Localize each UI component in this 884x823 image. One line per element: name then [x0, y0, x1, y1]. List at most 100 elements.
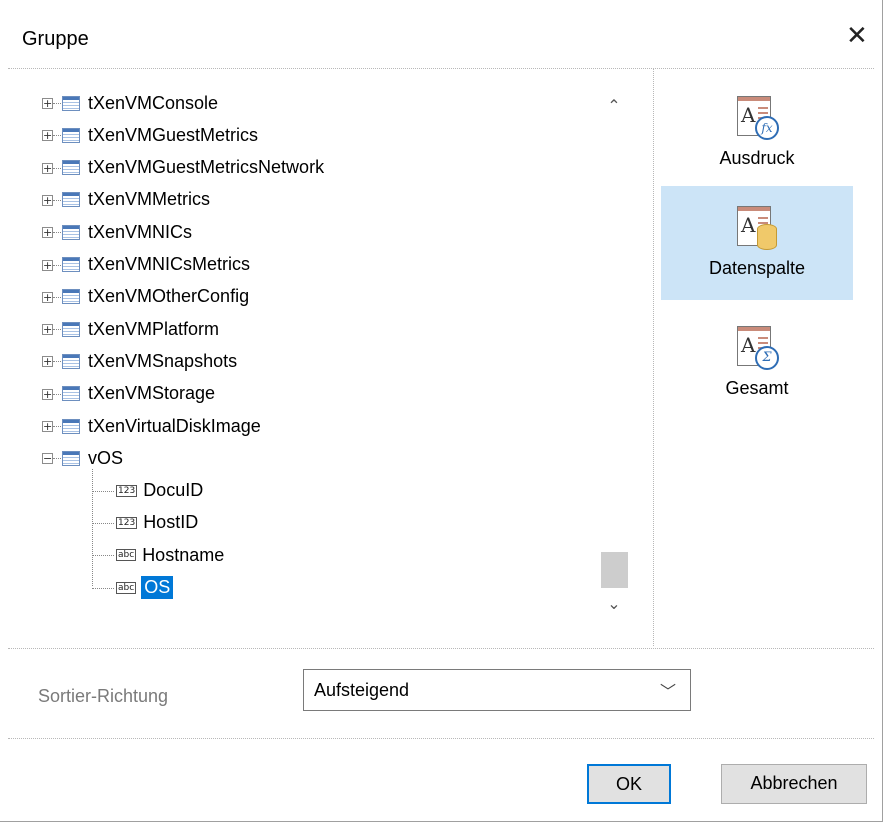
total-badge: Σ [755, 346, 779, 370]
scroll-thumb[interactable] [601, 552, 628, 588]
tree-item-label: tXenVMNICs [88, 221, 193, 242]
tree-table-item[interactable]: tXenVirtualDiskImage [62, 411, 261, 441]
collapse-icon[interactable]: − [42, 453, 53, 465]
tree-connector [92, 490, 114, 492]
expand-icon[interactable]: + [42, 98, 53, 109]
text-field-icon: abc [116, 549, 137, 562]
table-icon [62, 418, 80, 434]
dialog-title: Gruppe [22, 28, 89, 50]
tree-item-label: tXenVMStorage [88, 383, 216, 404]
tool-label: Gesamt [725, 378, 789, 398]
sort-direction-select[interactable]: Aufsteigend ﹀ [303, 669, 691, 711]
table-icon [62, 224, 80, 240]
tree-connector [53, 264, 61, 266]
tree-item-label: tXenVMConsole [88, 92, 219, 113]
tree-connector [53, 167, 61, 169]
numeric-field-icon: 123 [116, 516, 138, 529]
tree-connector [53, 296, 61, 298]
expand-icon[interactable]: + [42, 388, 53, 400]
tree-item-label: tXenVMPlatform [88, 318, 220, 339]
sort-direction-label: Sortier-Richtung [38, 686, 169, 706]
expand-icon[interactable]: + [42, 324, 53, 336]
data-column-icon: A [737, 206, 777, 252]
table-icon [62, 353, 80, 369]
tool-ausdruck[interactable]: Afx Ausdruck [661, 92, 853, 186]
tree-field-item[interactable]: abc Hostname [116, 540, 224, 570]
chevron-down-icon: ﹀ [659, 682, 676, 701]
tree-table-item[interactable]: tXenVMMetrics [62, 185, 210, 215]
tree-connector [53, 458, 61, 460]
database-icon [757, 224, 777, 250]
expand-icon[interactable]: + [42, 291, 53, 303]
tree-table-item[interactable]: tXenVMNICs [62, 217, 192, 247]
expression-badge: fx [755, 116, 779, 140]
tree-item-label: tXenVMGuestMetricsNetwork [88, 157, 325, 178]
tree-table-item[interactable]: tXenVMOtherConfig [62, 282, 249, 312]
tool-label: Ausdruck [719, 148, 795, 168]
table-icon [62, 450, 80, 466]
tree-item-label: tXenVMOtherConfig [88, 286, 250, 307]
tree-item-label: DocuID [143, 480, 204, 501]
tree-item-label: tXenVMSnapshots [88, 350, 238, 371]
tree-item-label: tXenVMGuestMetrics [88, 124, 259, 145]
tree-item-label: vOS [88, 447, 124, 468]
text-field-icon: abc [116, 581, 137, 594]
tree-connector [53, 103, 61, 104]
table-icon [62, 192, 80, 208]
expand-icon[interactable]: + [42, 194, 53, 206]
table-icon [62, 386, 80, 402]
sort-direction-value: Aufsteigend [314, 680, 410, 700]
table-icon [62, 160, 80, 176]
table-icon [62, 127, 80, 143]
expand-icon[interactable]: + [42, 259, 53, 271]
total-icon: AΣ [737, 326, 779, 372]
table-icon [62, 257, 80, 272]
tree-field-item[interactable]: abc OS [116, 573, 174, 603]
close-icon[interactable]: ✕ [846, 22, 868, 48]
tree-table-item[interactable]: tXenVMGuestMetrics [62, 120, 258, 150]
numeric-field-icon: 123 [116, 484, 138, 497]
tree-connector [53, 329, 61, 331]
expand-icon[interactable]: + [42, 227, 53, 239]
group-dialog: Gruppe ✕ + tXenVMConsole + tXenVMGuestMetri… [0, 0, 883, 822]
tool-datenspalte[interactable]: A Datenspalte [661, 186, 853, 300]
table-icon [62, 321, 80, 337]
expand-icon[interactable]: + [42, 130, 53, 142]
tree-connector [53, 393, 61, 395]
tree-connector [53, 135, 61, 137]
tree-connector [92, 587, 114, 589]
tree-field-item[interactable]: 123 DocuID [116, 476, 203, 506]
tree-item-label: tXenVMMetrics [88, 189, 211, 210]
tool-label: Datenspalte [708, 258, 806, 278]
tree-item-label: HostID [143, 512, 199, 533]
middle-divider [8, 648, 874, 649]
vertical-divider [653, 68, 654, 646]
tree-connector [53, 426, 61, 427]
scroll-down-button[interactable]: ⌄ [598, 590, 630, 620]
ok-button[interactable]: OK [587, 764, 671, 804]
expand-icon[interactable]: + [42, 421, 53, 432]
tree-table-item[interactable]: tXenVMGuestMetricsNetwork [62, 153, 324, 183]
scroll-up-button[interactable]: ⌃ [598, 92, 630, 122]
tree-scrollbar[interactable]: ⌃ ⌄ [598, 90, 630, 620]
tree-table-item[interactable]: tXenVMPlatform [62, 314, 219, 344]
tree-table-item[interactable]: tXenVMConsole [62, 88, 218, 118]
top-divider [8, 68, 874, 69]
expand-icon[interactable]: + [42, 356, 53, 368]
tree-table-item[interactable]: tXenVMSnapshots [62, 346, 237, 376]
selected-field-label: OS [141, 576, 174, 599]
tool-gesamt[interactable]: A Σ Gesamt [661, 322, 853, 422]
expand-icon[interactable]: + [42, 162, 53, 174]
tree-table-item[interactable]: tXenVMStorage [62, 379, 215, 409]
bottom-divider [8, 738, 874, 739]
tree-item-label: tXenVMNICsMetrics [88, 254, 251, 274]
field-tree[interactable]: + tXenVMConsole + tXenVMGuestMetrics + tXenVM… [30, 88, 640, 623]
tree-connector [53, 232, 61, 234]
tree-connector [53, 361, 61, 363]
tree-field-item[interactable]: 123 HostID [116, 508, 198, 538]
tree-table-item[interactable]: tXenVMNICsMetrics [62, 250, 250, 280]
table-icon [62, 289, 80, 305]
tree-item-label: tXenVirtualDiskImage [88, 415, 261, 436]
cancel-button[interactable]: Abbrechen [721, 764, 867, 804]
tree-item-label: Hostname [142, 544, 225, 565]
